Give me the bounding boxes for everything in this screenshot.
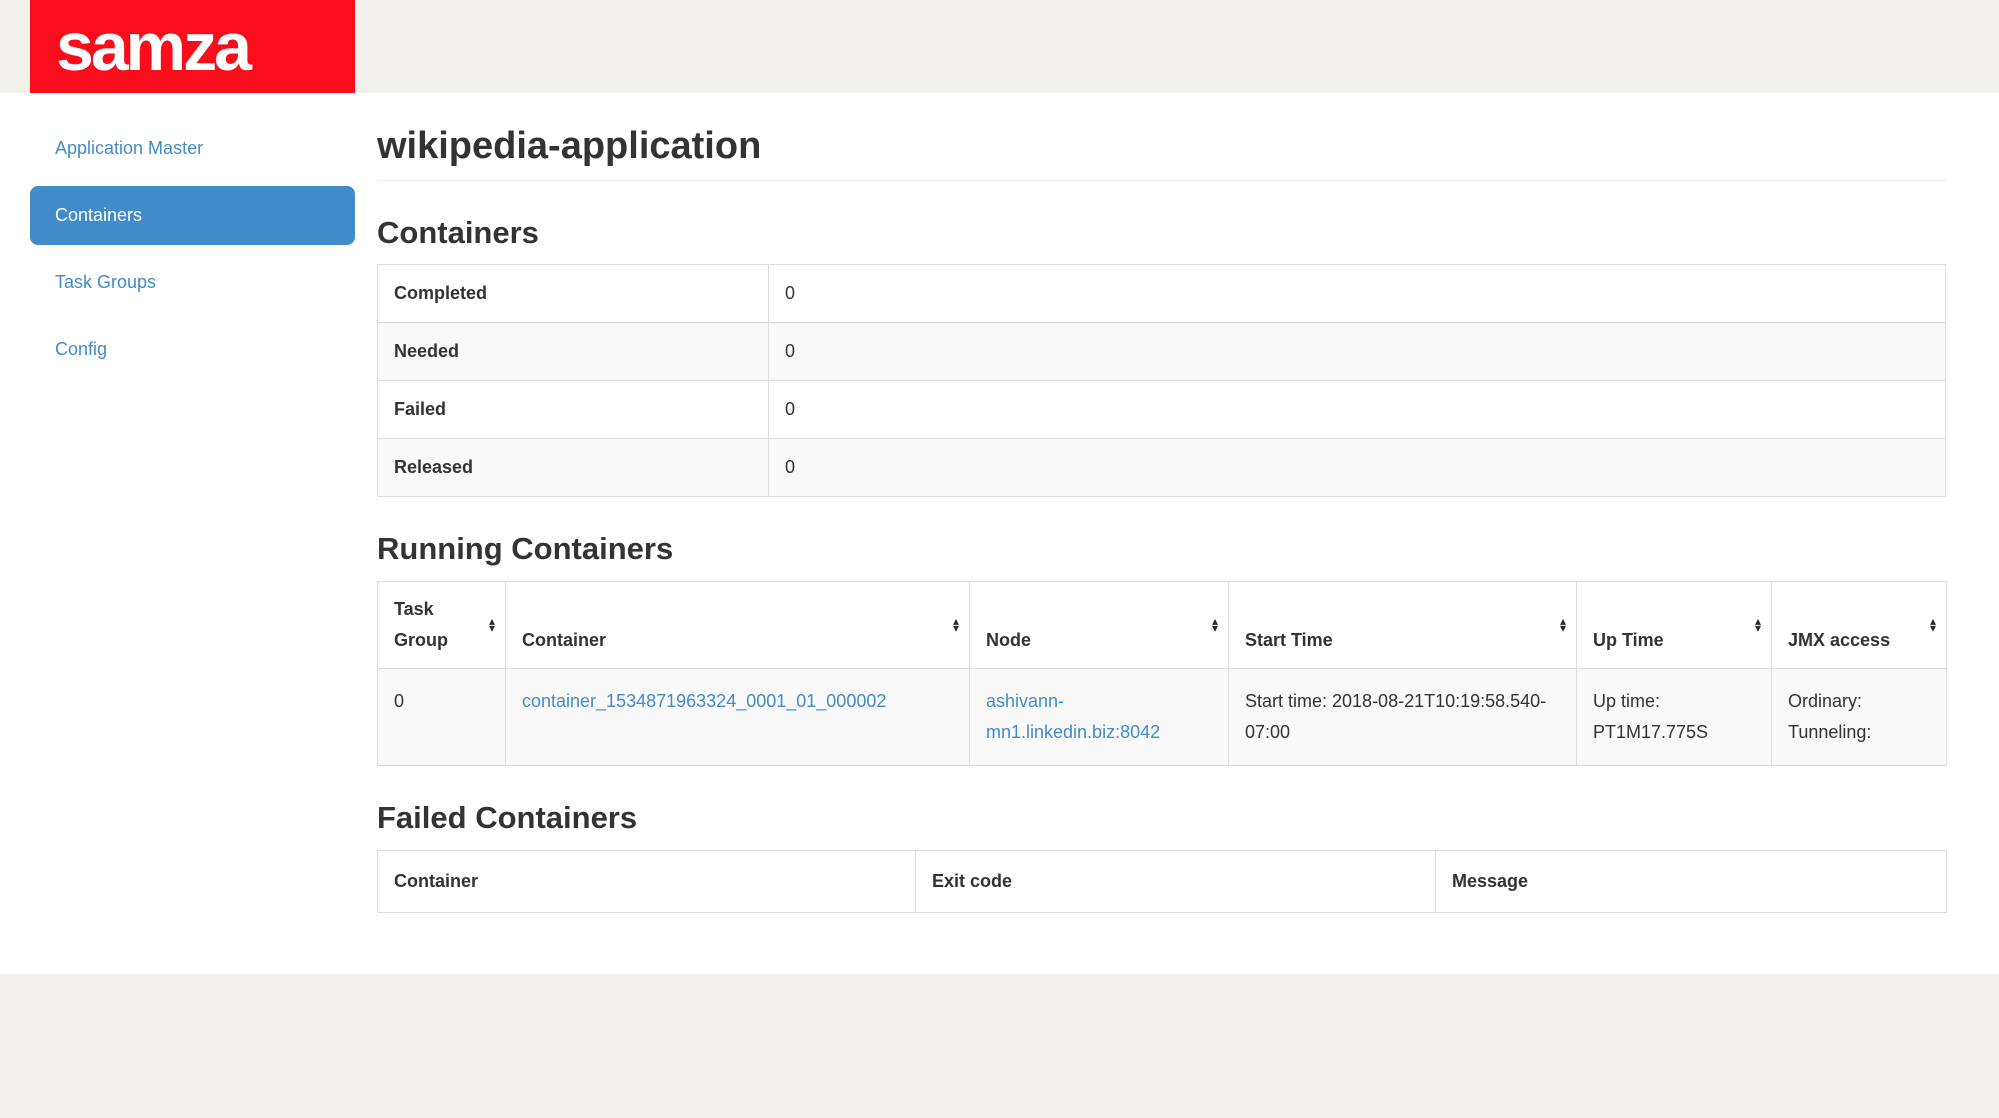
main-content: wikipedia-application Containers Complet… [377, 93, 1946, 913]
container-link[interactable]: container_1534871963324_0001_01_000002 [522, 691, 886, 711]
summary-value: 0 [769, 323, 1946, 381]
sidebar-item-config[interactable]: Config [30, 320, 355, 379]
jmx-ordinary-label: Ordinary: [1788, 686, 1930, 717]
content-area: Application Master Containers Task Group… [0, 93, 1999, 974]
column-header-label: Start Time [1245, 630, 1333, 650]
sort-icon [1212, 618, 1218, 632]
sort-icon [1560, 618, 1566, 632]
sort-icon [489, 618, 495, 632]
running-container-row: 0 container_1534871963324_0001_01_000002… [378, 669, 1947, 766]
failed-containers-section: Failed Containers Container Exit code Me… [377, 800, 1946, 913]
failed-containers-table: Container Exit code Message [377, 850, 1947, 913]
sidebar-item-task-groups[interactable]: Task Groups [30, 253, 355, 312]
column-header-label: Task Group [394, 599, 448, 650]
node-link[interactable]: ashivann-mn1.linkedin.biz:8042 [986, 691, 1160, 742]
jmx-tunneling-label: Tunneling: [1788, 717, 1930, 748]
summary-row-needed: Needed 0 [378, 323, 1946, 381]
page-title: wikipedia-application [377, 126, 1946, 181]
running-containers-header-row: Task Group Container Node Start Tim [378, 582, 1947, 669]
column-header-jmx-access[interactable]: JMX access [1772, 582, 1947, 669]
start-time-cell: Start time: 2018-08-21T10:19:58.540-07:0… [1229, 669, 1577, 766]
sidebar-nav: Application Master Containers Task Group… [30, 93, 355, 379]
column-header-label: Container [522, 630, 606, 650]
sort-icon [953, 618, 959, 632]
running-containers-table: Task Group Container Node Start Tim [377, 581, 1947, 766]
summary-value: 0 [769, 265, 1946, 323]
sidebar-nav-list: Application Master Containers Task Group… [30, 119, 355, 379]
sort-icon [1930, 618, 1936, 632]
column-header-exit-code: Exit code [916, 850, 1436, 912]
summary-label: Completed [378, 265, 769, 323]
summary-row-released: Released 0 [378, 439, 1946, 497]
column-header-label: Up Time [1593, 630, 1664, 650]
summary-label: Released [378, 439, 769, 497]
running-containers-section: Running Containers Task Group Container [377, 531, 1946, 766]
failed-containers-header-row: Container Exit code Message [378, 850, 1947, 912]
container-cell: container_1534871963324_0001_01_000002 [506, 669, 970, 766]
column-header-up-time[interactable]: Up Time [1577, 582, 1772, 669]
summary-label: Failed [378, 381, 769, 439]
task-group-cell: 0 [378, 669, 506, 766]
failed-containers-heading: Failed Containers [377, 800, 1946, 836]
samza-logo[interactable]: samza [30, 0, 355, 93]
containers-summary-section: Containers Completed 0 Needed 0 Failed 0 [377, 215, 1946, 498]
column-header-node[interactable]: Node [970, 582, 1229, 669]
column-header-label: Node [986, 630, 1031, 650]
node-cell: ashivann-mn1.linkedin.biz:8042 [970, 669, 1229, 766]
containers-summary-heading: Containers [377, 215, 1946, 251]
column-header-message: Message [1436, 850, 1947, 912]
column-header-start-time[interactable]: Start Time [1229, 582, 1577, 669]
top-header-bar: samza [0, 0, 1999, 93]
sidebar-item-containers[interactable]: Containers [30, 186, 355, 245]
sort-icon [1755, 618, 1761, 632]
column-header-task-group[interactable]: Task Group [378, 582, 506, 669]
up-time-cell: Up time: PT1M17.775S [1577, 669, 1772, 766]
containers-summary-table: Completed 0 Needed 0 Failed 0 Released 0 [377, 264, 1946, 497]
summary-value: 0 [769, 439, 1946, 497]
column-header-label: JMX access [1788, 630, 1890, 650]
summary-row-completed: Completed 0 [378, 265, 1946, 323]
sidebar-item-application-master[interactable]: Application Master [30, 119, 355, 178]
summary-label: Needed [378, 323, 769, 381]
column-header-failed-container: Container [378, 850, 916, 912]
jmx-access-cell: Ordinary: Tunneling: [1772, 669, 1947, 766]
running-containers-heading: Running Containers [377, 531, 1946, 567]
column-header-container[interactable]: Container [506, 582, 970, 669]
summary-row-failed: Failed 0 [378, 381, 1946, 439]
summary-value: 0 [769, 381, 1946, 439]
